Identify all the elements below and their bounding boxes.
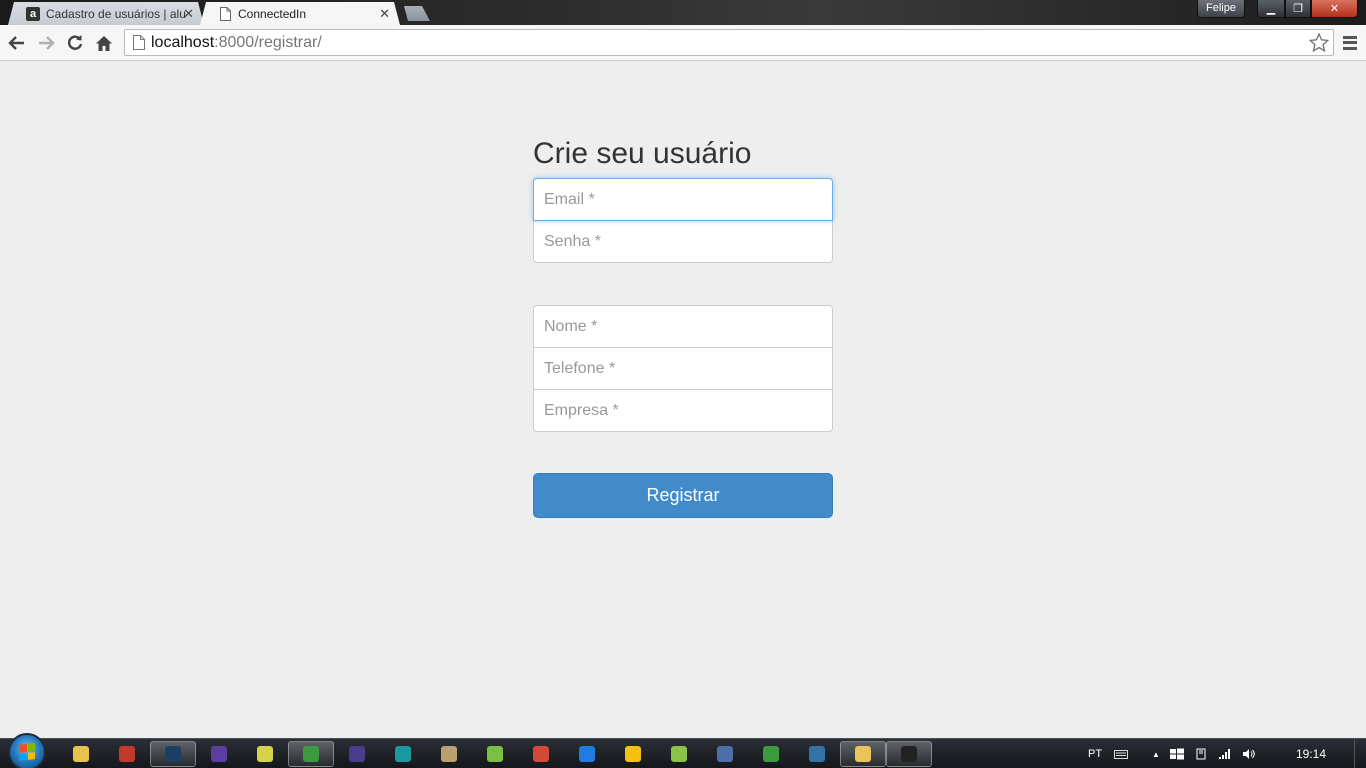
tab-title: ConnectedIn (238, 6, 307, 21)
register-button[interactable]: Registrar (533, 473, 833, 518)
page-icon (218, 6, 232, 21)
cmd-icon (901, 746, 917, 762)
taskbar-button[interactable] (58, 741, 104, 767)
company-field[interactable] (533, 389, 833, 432)
taskbar-button[interactable] (472, 741, 518, 767)
page-content: Crie seu usuário Registrar (0, 62, 1366, 738)
sublime-icon (717, 746, 733, 762)
taskbar-button[interactable] (196, 741, 242, 767)
app-icon (441, 746, 457, 762)
page-icon (133, 35, 145, 50)
back-arrow-icon (8, 36, 24, 50)
chrome-icon (303, 746, 319, 762)
forward-button[interactable] (35, 32, 57, 54)
close-tab-icon[interactable]: ✕ (379, 6, 390, 22)
chrome-dev-icon (533, 746, 549, 762)
explorer-icon (855, 746, 871, 762)
tab-title: Cadastro de usuários | alu (46, 6, 186, 21)
password-field[interactable] (533, 220, 833, 263)
taskbar-button[interactable] (564, 741, 610, 767)
taskbar-button[interactable] (702, 741, 748, 767)
forward-arrow-icon (39, 36, 55, 50)
windows-logo-icon (19, 743, 35, 761)
python-icon (809, 746, 825, 762)
url-host: localhost (151, 33, 215, 51)
taskbar-button[interactable] (334, 741, 380, 767)
keyboard-icon[interactable] (1114, 748, 1129, 760)
taskbar-button[interactable] (518, 741, 564, 767)
close-window-button[interactable]: ✕ (1311, 0, 1358, 18)
taskbar-button[interactable] (656, 741, 702, 767)
url-path: :8000/registrar/ (214, 33, 322, 51)
taskbar-apps (58, 741, 932, 767)
page-title: Crie seu usuário (533, 137, 752, 170)
clock[interactable]: 19:14 (1296, 747, 1326, 761)
windows-explorer-libraries-icon (73, 746, 89, 762)
system-tray: PT ▲ 19:14 (1088, 739, 1366, 768)
taskbar-button[interactable] (610, 741, 656, 767)
show-desktop-button[interactable] (1354, 739, 1366, 768)
tab-cadastro[interactable]: a Cadastro de usuários | alu ✕ (8, 2, 204, 25)
browser-toolbar: localhost:8000/registrar/ (0, 25, 1366, 61)
windows-flag-tray-icon[interactable] (1169, 748, 1184, 760)
eclipse-2-icon (349, 746, 365, 762)
taskbar-button[interactable] (840, 741, 886, 767)
taskbar-button[interactable] (150, 741, 196, 767)
email-field[interactable] (533, 178, 833, 221)
volume-icon[interactable] (1242, 748, 1256, 760)
taskbar-button[interactable] (104, 741, 150, 767)
windows-taskbar: PT ▲ 19:14 (0, 733, 1366, 768)
google-drive-icon (625, 746, 641, 762)
photoshop-icon (165, 746, 181, 762)
notepad-icon (257, 746, 273, 762)
name-field[interactable] (533, 305, 833, 348)
back-button[interactable] (6, 32, 28, 54)
taskbar-button[interactable] (288, 741, 334, 767)
language-indicator[interactable]: PT (1088, 748, 1102, 760)
address-bar[interactable]: localhost:8000/registrar/ (124, 29, 1334, 56)
dropbox-icon (579, 746, 595, 762)
close-tab-icon[interactable]: ✕ (183, 6, 194, 22)
taskbar-button[interactable] (886, 741, 932, 767)
browser-tab-strip: a Cadastro de usuários | alu ✕ Connected… (0, 0, 1366, 25)
window-controls: Felipe ▁ ❐ ✕ (1197, 0, 1358, 18)
app2-icon (763, 746, 779, 762)
taskbar-button[interactable] (794, 741, 840, 767)
reload-button[interactable] (64, 32, 86, 54)
taskbar-button[interactable] (242, 741, 288, 767)
register-form: Crie seu usuário Registrar (533, 134, 833, 518)
arduino-icon (395, 746, 411, 762)
taskbar-button[interactable] (426, 741, 472, 767)
eclipse-icon (211, 746, 227, 762)
maximize-button[interactable]: ❐ (1285, 0, 1311, 18)
phone-field[interactable] (533, 347, 833, 390)
new-tab-button[interactable] (400, 6, 430, 21)
android-studio-icon (487, 746, 503, 762)
home-icon (96, 35, 112, 51)
reload-icon (67, 35, 83, 50)
minimize-button[interactable]: ▁ (1257, 0, 1285, 18)
taskbar-button[interactable] (380, 741, 426, 767)
tab-connectedin[interactable]: ConnectedIn ✕ (200, 2, 400, 25)
start-button[interactable] (8, 733, 46, 768)
gimp-icon (119, 746, 135, 762)
chrome-menu-button[interactable] (1341, 33, 1359, 53)
power-icon[interactable] (1194, 748, 1208, 760)
profile-fields-group (533, 305, 833, 432)
taskbar-button[interactable] (748, 741, 794, 767)
network-signal-icon[interactable] (1218, 748, 1232, 760)
alura-a-icon: a (26, 6, 40, 21)
profile-badge[interactable]: Felipe (1197, 0, 1245, 18)
bookmark-star-icon[interactable] (1309, 33, 1329, 52)
show-hidden-icons-icon[interactable]: ▲ (1152, 750, 1160, 759)
home-button[interactable] (93, 32, 115, 54)
android-icon (671, 746, 687, 762)
